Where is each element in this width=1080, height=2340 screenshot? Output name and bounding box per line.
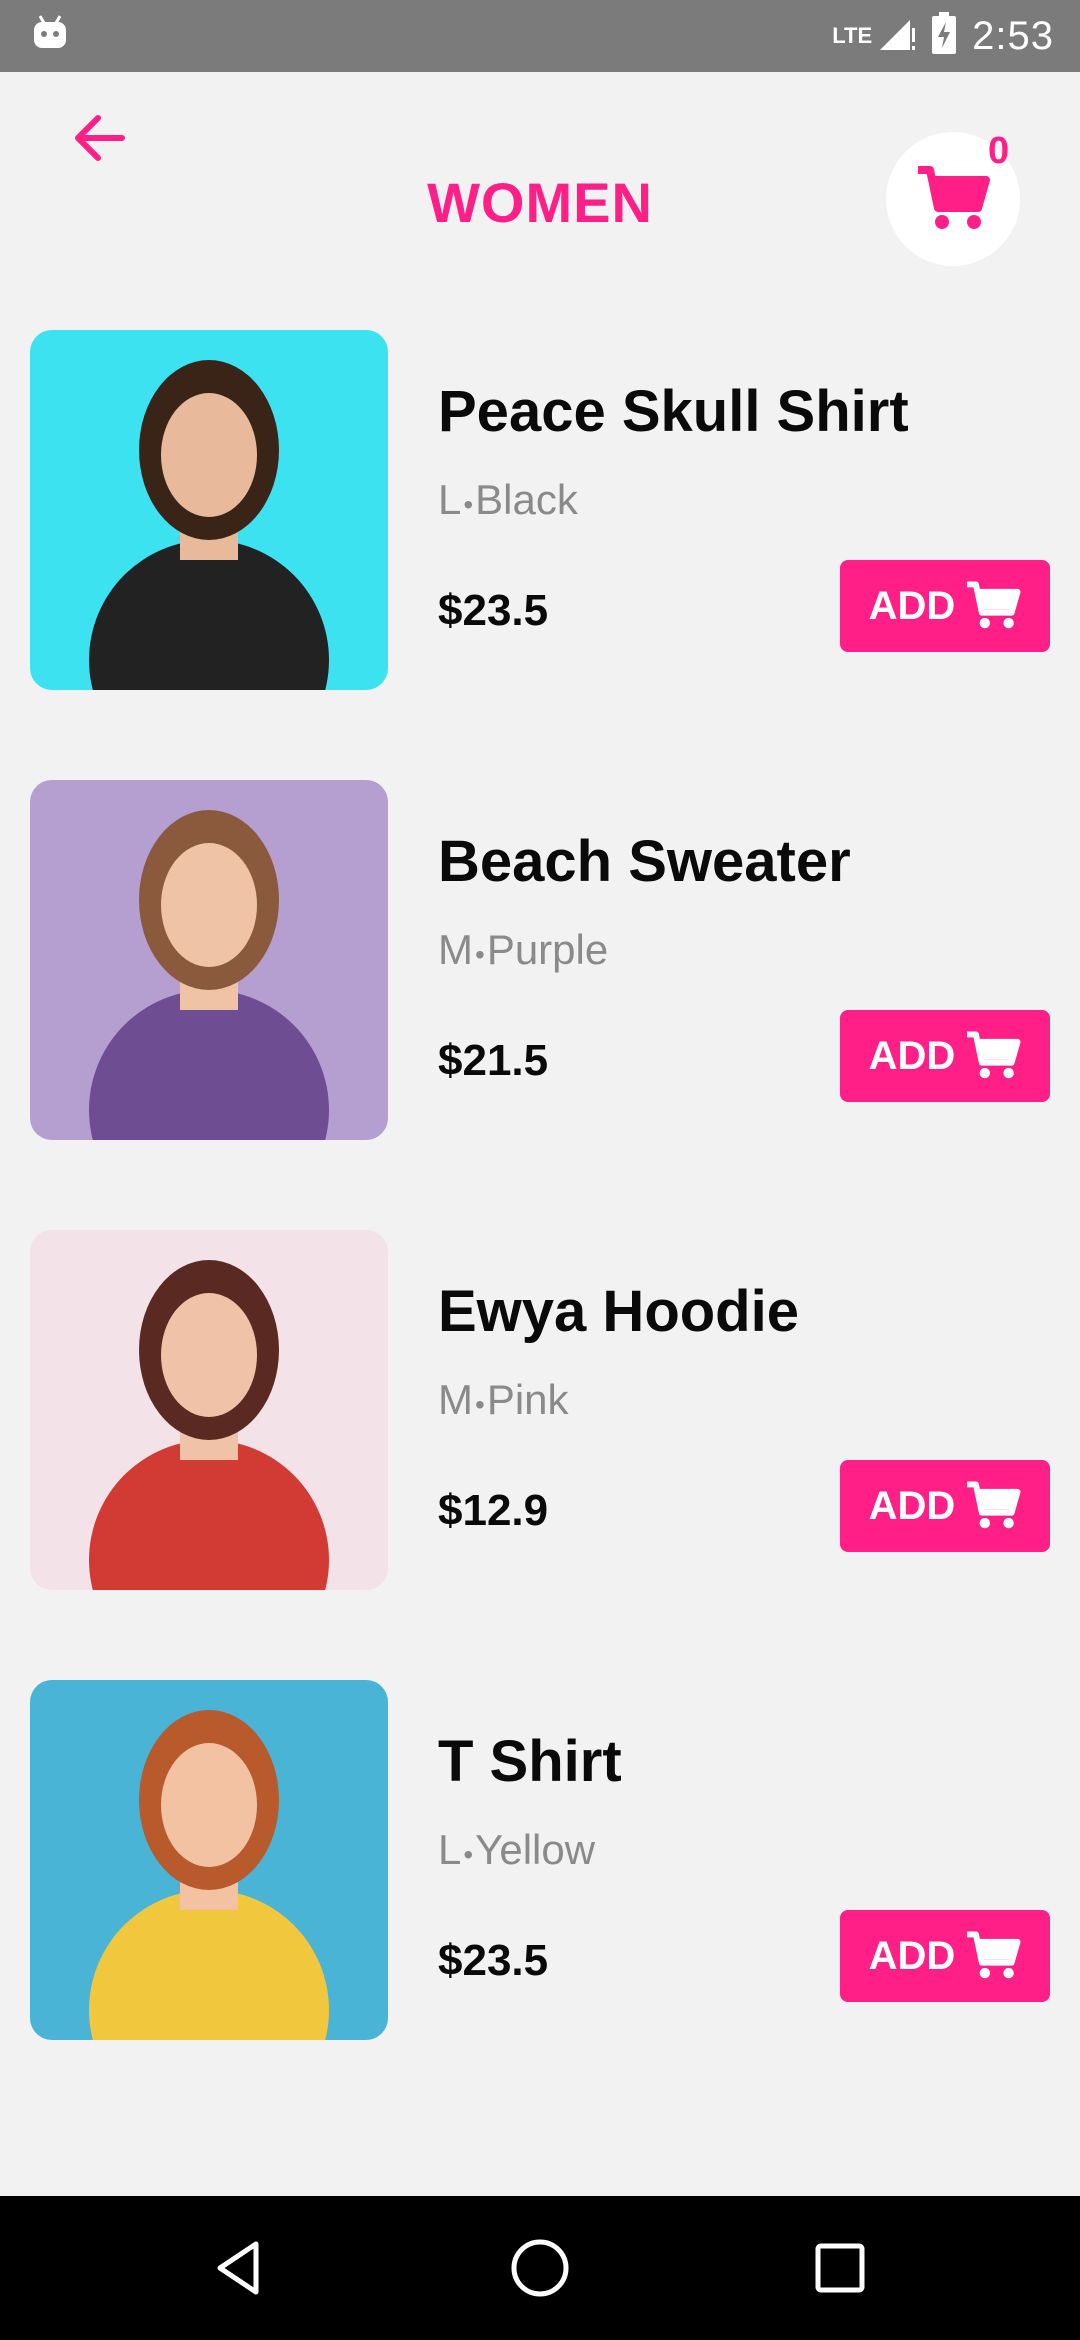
add-to-cart-button[interactable]: ADD xyxy=(840,1010,1050,1102)
product-color: Purple xyxy=(486,926,609,973)
separator-dot: • xyxy=(463,489,474,520)
product-size: M xyxy=(438,1376,473,1423)
separator-dot: • xyxy=(475,1389,485,1420)
nav-recents-button[interactable] xyxy=(800,2228,880,2308)
square-recents-icon xyxy=(815,2243,865,2293)
product-size: M xyxy=(438,926,473,973)
product-price: $23.5 xyxy=(438,1936,549,1985)
add-button-label: ADD xyxy=(868,1933,956,1978)
product-name: Ewya Hoodie xyxy=(438,1279,799,1344)
add-button-label: ADD xyxy=(868,583,956,628)
cart-icon xyxy=(918,166,990,229)
arrow-left-icon xyxy=(75,115,125,161)
product-price: $21.5 xyxy=(438,1036,549,1085)
product-name: T Shirt xyxy=(438,1729,622,1794)
product-image[interactable] xyxy=(30,1680,388,2040)
circle-home-icon xyxy=(511,2239,569,2297)
cart-icon xyxy=(967,581,1021,629)
product-price: $23.5 xyxy=(438,586,549,635)
product-name: Peace Skull Shirt xyxy=(438,379,909,444)
cart-icon xyxy=(967,1031,1021,1079)
battery-icon xyxy=(930,11,958,61)
system-nav-bar xyxy=(0,2196,1080,2340)
product-color: Yellow xyxy=(475,1826,596,1873)
cart-icon xyxy=(967,1481,1021,1529)
separator-dot: • xyxy=(463,1839,474,1870)
triangle-back-icon xyxy=(217,2241,259,2295)
product-image[interactable] xyxy=(30,780,388,1140)
add-to-cart-button[interactable]: ADD xyxy=(840,1910,1050,2002)
add-to-cart-button[interactable]: ADD xyxy=(840,560,1050,652)
clock: 2:53 xyxy=(972,13,1054,58)
product-variant: L•Black xyxy=(438,476,578,524)
add-button-label: ADD xyxy=(868,1033,956,1078)
product-item[interactable]: T Shirt L•Yellow $23.5 ADD xyxy=(0,1680,1080,2040)
product-price: $12.9 xyxy=(438,1486,549,1535)
android-icon xyxy=(30,12,80,56)
product-size: L xyxy=(438,476,462,523)
product-image[interactable] xyxy=(30,1230,388,1590)
product-name: Beach Sweater xyxy=(438,829,851,894)
back-button[interactable] xyxy=(60,98,140,178)
product-variant: M•Purple xyxy=(438,926,608,974)
nav-home-button[interactable] xyxy=(500,2228,580,2308)
product-item[interactable]: Peace Skull Shirt L•Black $23.5 ADD xyxy=(0,330,1080,690)
status-bar: LTE 2:53 xyxy=(0,0,1080,72)
product-size: L xyxy=(438,1826,462,1873)
product-item[interactable]: Ewya Hoodie M•Pink $12.9 ADD xyxy=(0,1230,1080,1590)
nav-back-button[interactable] xyxy=(200,2228,280,2308)
product-color: Black xyxy=(475,476,578,523)
add-button-label: ADD xyxy=(868,1483,956,1528)
separator-dot: • xyxy=(475,939,485,970)
product-variant: M•Pink xyxy=(438,1376,569,1424)
cart-icon xyxy=(967,1931,1021,1979)
product-variant: L•Yellow xyxy=(438,1826,595,1874)
network-label: LTE xyxy=(832,23,873,48)
add-to-cart-button[interactable]: ADD xyxy=(840,1460,1050,1552)
product-item[interactable]: Beach Sweater M•Purple $21.5 ADD xyxy=(0,780,1080,1140)
product-color: Pink xyxy=(486,1376,569,1423)
cart-count-badge: 0 xyxy=(988,130,1010,172)
signal-icon xyxy=(876,14,916,59)
product-image[interactable] xyxy=(30,330,388,690)
